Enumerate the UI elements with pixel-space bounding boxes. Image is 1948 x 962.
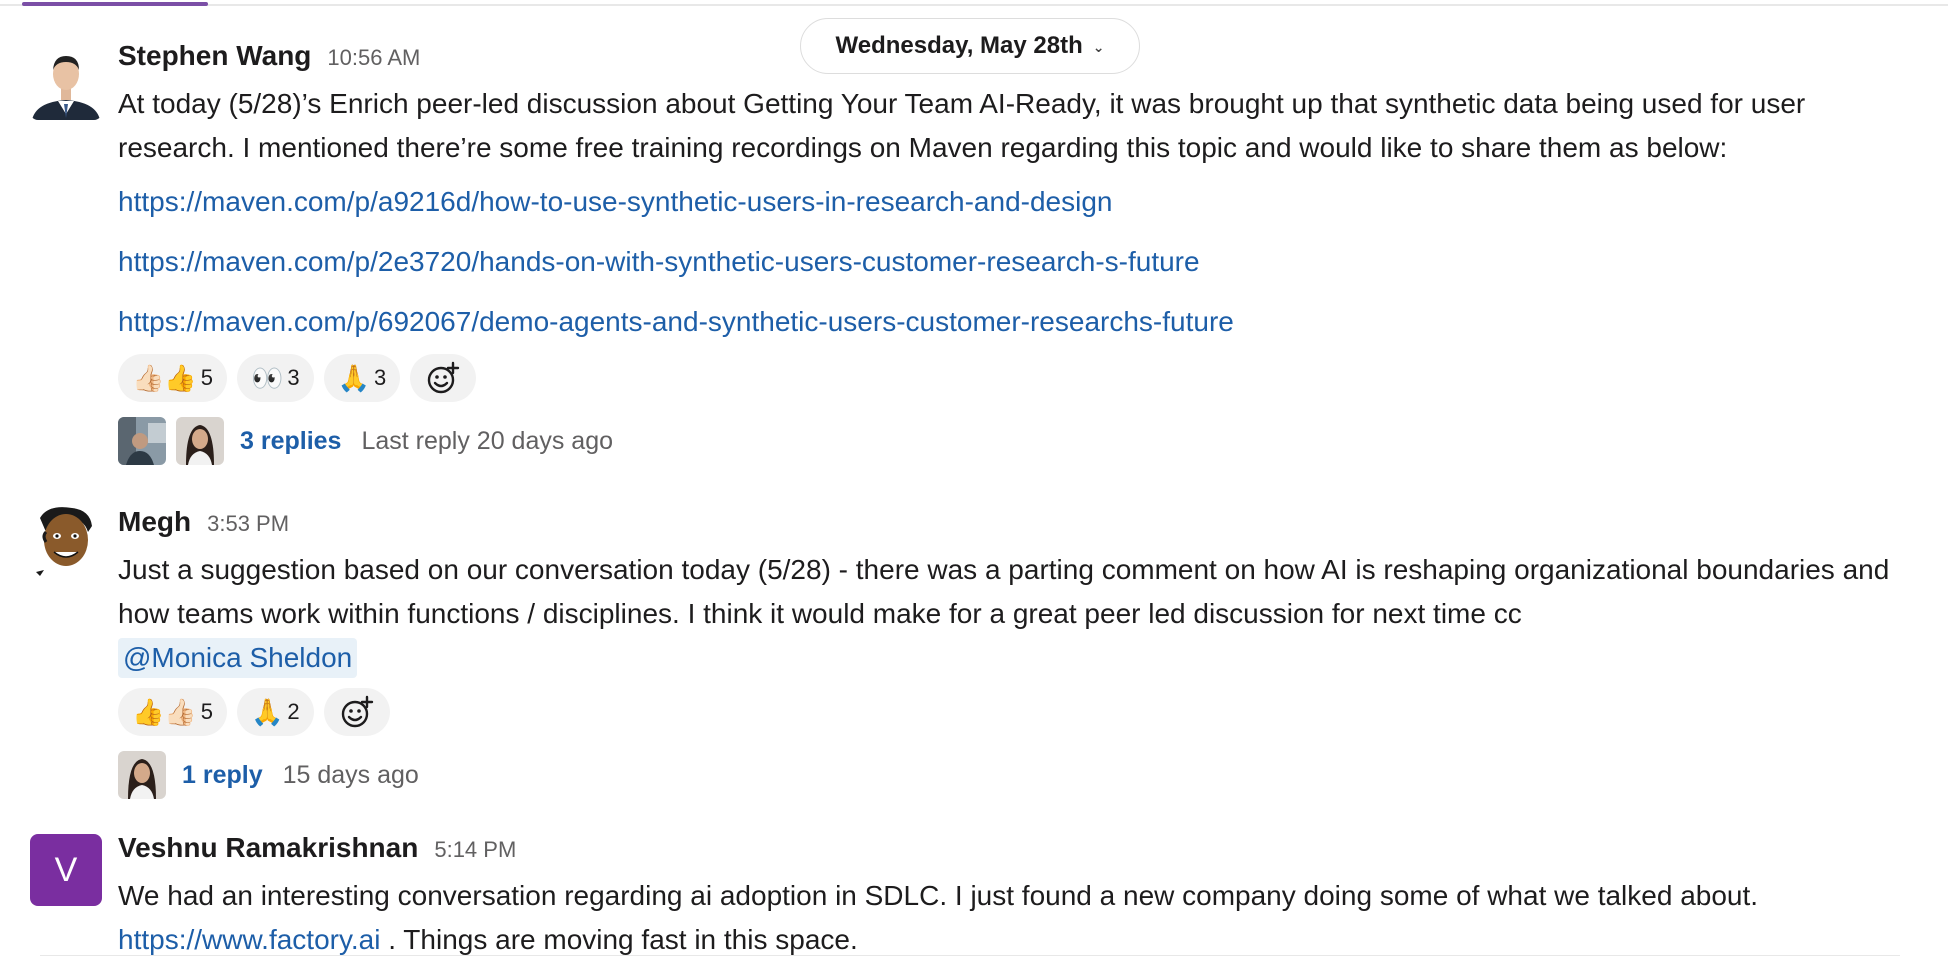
message-text-body: We had an interesting conversation regar…	[118, 880, 1759, 911]
link[interactable]: https://maven.com/p/692067/demo-agents-a…	[118, 302, 1918, 342]
avatar	[176, 417, 224, 465]
pray-icon: 🙏	[337, 362, 370, 393]
thread-replies[interactable]: 1 reply 15 days ago	[118, 750, 1918, 800]
last-reply-time: 15 days ago	[282, 760, 419, 789]
thread-replies[interactable]: 3 replies Last reply 20 days ago	[118, 416, 1918, 466]
add-reaction-icon	[341, 695, 373, 728]
avatar[interactable]	[30, 48, 102, 120]
avatar	[118, 751, 166, 799]
author-name[interactable]: Stephen Wang	[118, 40, 311, 72]
thumbs-up-icon: 👍👍🏻	[132, 696, 197, 727]
timestamp[interactable]: 10:56 AM	[327, 45, 420, 71]
reaction-pray[interactable]: 🙏 2	[237, 688, 314, 736]
add-reaction-button[interactable]	[410, 354, 477, 402]
message-text: Just a suggestion based on our conversat…	[118, 548, 1918, 680]
reaction-pray[interactable]: 🙏 3	[323, 354, 401, 402]
pray-icon: 🙏	[251, 696, 284, 727]
add-reaction-button[interactable]	[323, 688, 390, 736]
author-name[interactable]: Veshnu Ramakrishnan	[118, 832, 418, 864]
avatar[interactable]: V	[30, 834, 102, 906]
reaction-eyes[interactable]: 👀 3	[237, 354, 314, 402]
reaction-count: 3	[287, 365, 300, 390]
link[interactable]: https://maven.com/p/a9216d/how-to-use-sy…	[118, 182, 1918, 222]
active-tab-indicator	[22, 2, 208, 6]
avatar-initial: V	[54, 850, 78, 889]
reaction-count: 5	[200, 365, 213, 390]
timestamp[interactable]: 3:53 PM	[207, 511, 289, 537]
link[interactable]: https://www.factory.ai	[118, 924, 380, 955]
eyes-icon: 👀	[251, 362, 284, 393]
timestamp[interactable]: 5:14 PM	[434, 837, 516, 863]
reply-count-link[interactable]: 1 reply	[182, 761, 263, 790]
last-reply-time: Last reply 20 days ago	[361, 426, 614, 455]
avatar[interactable]	[30, 506, 102, 578]
message-text: We had an interesting conversation regar…	[118, 874, 1918, 962]
reaction-count: 5	[200, 699, 213, 724]
reaction-count: 2	[287, 699, 300, 724]
reaction-thumbs-up[interactable]: 👍👍🏻 5	[118, 688, 227, 736]
link[interactable]: https://maven.com/p/2e3720/hands-on-with…	[118, 242, 1918, 282]
reply-count-link[interactable]: 3 replies	[240, 427, 341, 456]
user-mention[interactable]: @Monica Sheldon	[118, 638, 358, 678]
message-text-body: Just a suggestion based on our conversat…	[118, 554, 1890, 629]
reaction-thumbs-up[interactable]: 👍🏻👍 5	[118, 354, 227, 402]
reaction-count: 3	[374, 365, 387, 390]
avatar	[118, 417, 166, 465]
thumbs-up-icon: 👍🏻👍	[132, 362, 197, 393]
author-name[interactable]: Megh	[118, 506, 191, 538]
top-divider	[0, 4, 1948, 6]
message-text: At today (5/28)’s Enrich peer-led discus…	[118, 88, 1806, 163]
add-reaction-icon	[428, 361, 460, 394]
message-text-tail: . Things are moving fast in this space.	[380, 924, 858, 955]
